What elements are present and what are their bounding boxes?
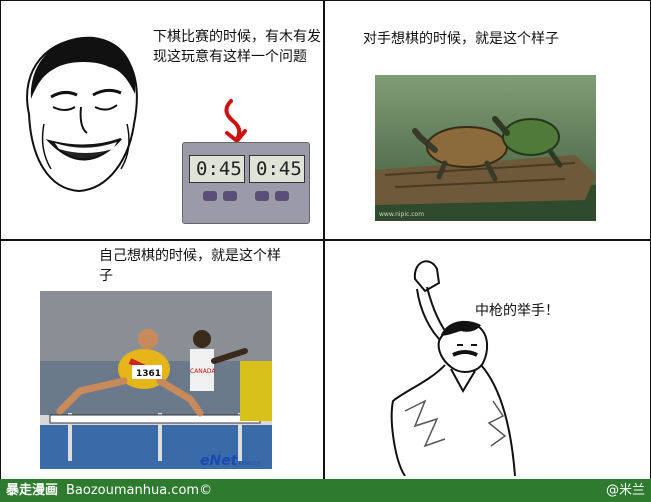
footer-bar: 暴走漫画 Baozoumanhua.com© @米兰 (0, 479, 651, 502)
comic-strip: 下棋比赛的时候，有木有发现这玩意有这样一个问题 0:45 0:45 对手想棋的时… (0, 0, 651, 502)
footer-author: @米兰 (605, 483, 645, 498)
footer-brand: 暴走漫画 (6, 483, 59, 498)
comic-frame (0, 0, 651, 480)
footer-site-link[interactable]: Baozoumanhua.com© (66, 479, 212, 502)
